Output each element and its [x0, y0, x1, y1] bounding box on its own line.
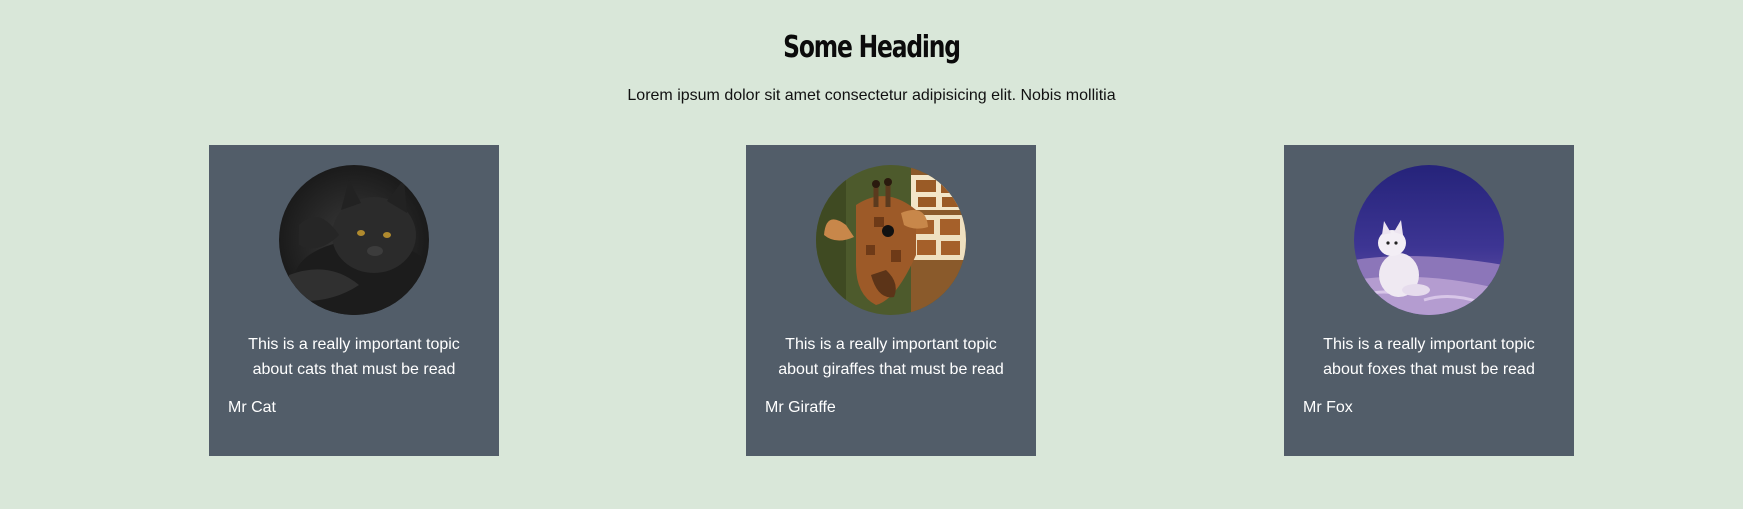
- cat-avatar-image: [279, 165, 429, 315]
- card-text: This is a really important topic about g…: [778, 336, 1004, 378]
- card-author: Mr Cat: [228, 399, 276, 416]
- page-heading: Some Heading: [783, 30, 961, 65]
- card-fox: This is a really important topic about f…: [1284, 145, 1574, 456]
- card-author: Mr Giraffe: [765, 399, 836, 416]
- card-text: This is a really important topic about f…: [1323, 336, 1535, 378]
- page-subheading: Lorem ipsum dolor sit amet consectetur a…: [627, 87, 1116, 104]
- card-giraffe: This is a really important topic about g…: [746, 145, 1036, 456]
- card-author: Mr Fox: [1303, 399, 1353, 416]
- card-cat: This is a really important topic about c…: [209, 145, 499, 456]
- fox-avatar-image: [1354, 165, 1504, 315]
- card-text: This is a really important topic about c…: [248, 336, 460, 378]
- giraffe-avatar-image: [816, 165, 966, 315]
